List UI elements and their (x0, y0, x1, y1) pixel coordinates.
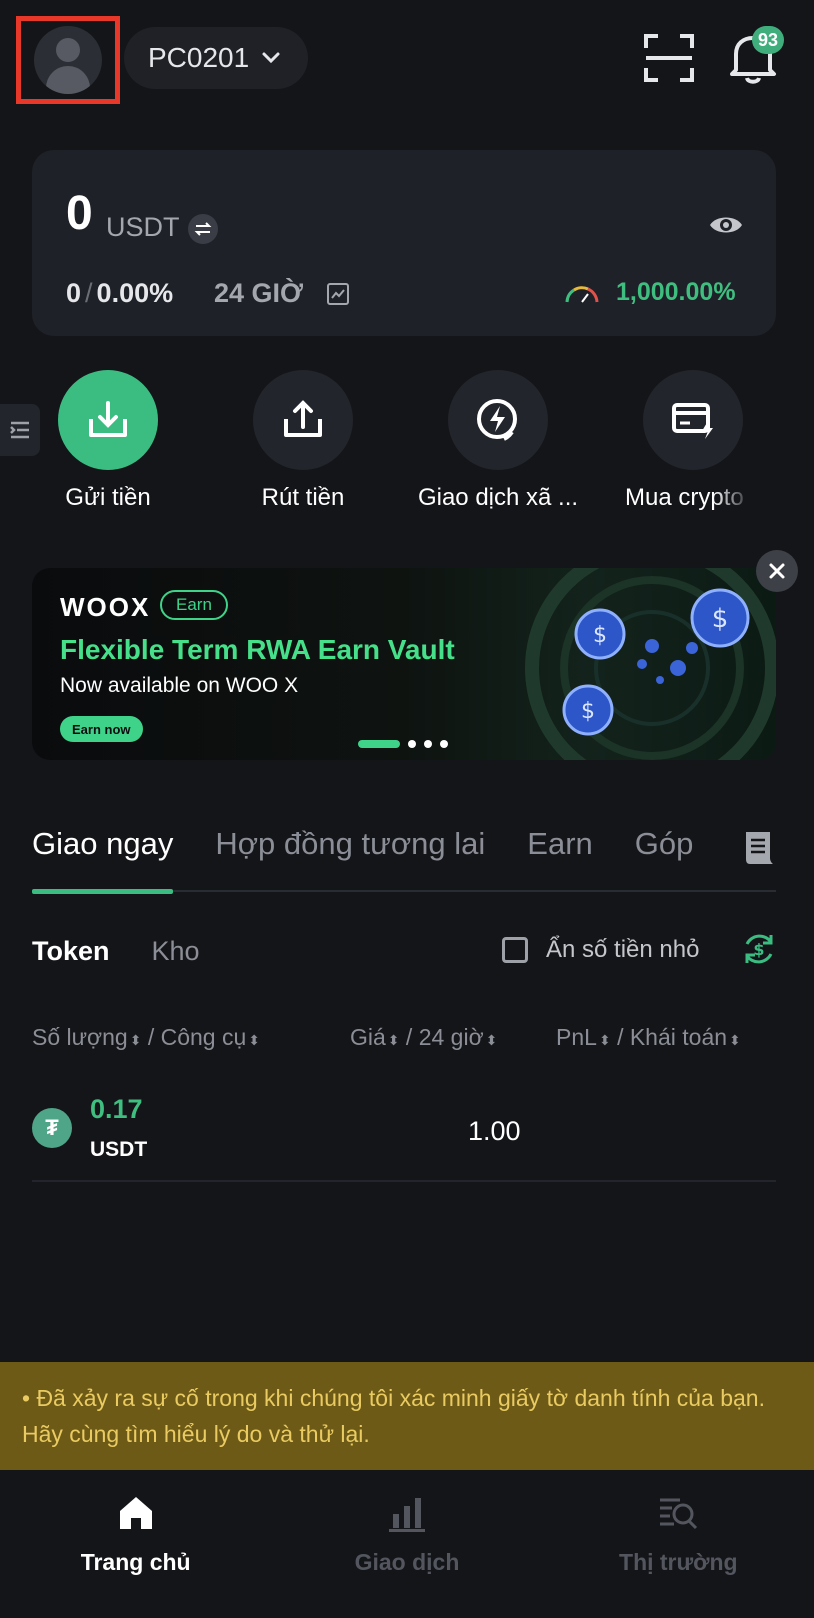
report-icon[interactable] (742, 830, 776, 866)
nav-home[interactable]: Trang chủ (0, 1470, 271, 1618)
svg-text:$: $ (712, 604, 729, 634)
deposit-label: Gửi tiền (65, 484, 151, 511)
balance-unit: USDT (106, 212, 180, 242)
svg-text:$: $ (593, 623, 607, 648)
swap-icon[interactable] (188, 214, 218, 244)
nav-market[interactable]: Thị trường (543, 1470, 814, 1618)
column-header-pnl-overview[interactable]: PnL ⬍ / Khái toán ⬍ (556, 1024, 741, 1051)
nav-home-label: Trang chủ (80, 1549, 191, 1575)
copy-trade-icon (477, 399, 517, 441)
table-row[interactable]: ₮ 0.17 USDT 1.00 (32, 1094, 776, 1182)
withdraw-icon (284, 400, 322, 437)
asset-symbol: USDT (90, 1138, 148, 1161)
svg-text:$: $ (581, 699, 595, 724)
promo-banner[interactable]: WOOX Earn Flexible Term RWA Earn Vault N… (32, 568, 776, 760)
gauge-icon (565, 286, 599, 303)
pnl-period: 24 GIỜ (214, 278, 304, 308)
tab-earn[interactable]: Earn (527, 826, 592, 892)
asset-tabs: Giao ngay Hợp đồng tương lai Earn Góp (32, 826, 776, 894)
close-icon (769, 563, 785, 579)
banner-subtitle: Now available on WOO X (60, 674, 299, 697)
tab-contribute[interactable]: Góp (635, 826, 694, 892)
woox-logo: WOOX (60, 592, 151, 622)
hide-small-checkbox[interactable] (502, 937, 528, 963)
nav-trade-label: Giao dịch (354, 1549, 460, 1575)
hide-small-balances-toggle[interactable]: Ẩn số tiền nhỏ (502, 936, 699, 964)
scan-icon[interactable] (644, 34, 694, 82)
account-switcher[interactable]: PC0201 (124, 27, 308, 89)
hide-small-label: Ẩn số tiền nhỏ (546, 936, 700, 963)
banner-title: Flexible Term RWA Earn Vault (60, 634, 455, 665)
buy-crypto-icon (672, 403, 713, 439)
trade-chart-icon (388, 1498, 425, 1532)
close-banner-button[interactable] (756, 550, 798, 592)
asset-quantity: 0.17 (90, 1094, 143, 1124)
earn-tag: Earn (160, 590, 228, 620)
buy-crypto-label: Mua crypto (625, 484, 744, 511)
buy-crypto-button[interactable]: Mua crypto (593, 370, 753, 512)
carousel-dots[interactable] (358, 740, 448, 748)
subtab-token[interactable]: Token (32, 936, 110, 967)
account-name: PC0201 (148, 42, 250, 73)
nav-market-label: Thị trường (619, 1549, 738, 1575)
chevron-down-icon (262, 52, 280, 64)
earn-now-button[interactable]: Earn now (60, 716, 143, 742)
margin-ratio: 1,000.00% (616, 278, 736, 306)
deposit-button[interactable]: Gửi tiền (8, 370, 208, 512)
bottom-nav: Trang chủ Giao dịch Thị trường (0, 1470, 814, 1618)
avatar (34, 26, 102, 94)
pnl-summary: 0/0.00% (66, 278, 174, 308)
svg-text:$: $ (753, 940, 764, 959)
usdt-coin-icon: ₮ (32, 1108, 72, 1148)
convert-small-assets-icon[interactable]: $ (742, 932, 776, 966)
home-icon (119, 1497, 152, 1529)
copy-trade-button[interactable]: Giao dịch xã ... (398, 370, 598, 512)
balance-card: 0 USDT 0/0.00% 24 GIỜ 1,000.00% (32, 150, 776, 336)
deposit-icon (89, 401, 127, 437)
nav-trade[interactable]: Giao dịch (271, 1470, 542, 1618)
copy-trade-label: Giao dịch xã ... (417, 484, 579, 511)
market-search-icon (660, 1498, 698, 1530)
verification-alert[interactable]: • Đã xảy ra sự cố trong khi chúng tôi xá… (0, 1362, 814, 1470)
pnl-chart-icon[interactable] (326, 282, 350, 306)
withdraw-label: Rút tiền (261, 484, 345, 511)
eye-icon[interactable] (708, 212, 744, 238)
asset-price: 1.00 (468, 1116, 521, 1146)
notification-badge: 93 (752, 26, 784, 54)
sub-tabs: Token Kho (32, 936, 200, 967)
balance-amount: 0 (66, 187, 93, 240)
tab-futures[interactable]: Hợp đồng tương lai (215, 826, 485, 892)
coin-illustration: $ $ $ (525, 568, 776, 760)
tab-spot[interactable]: Giao ngay (32, 826, 174, 894)
column-header-qty-tool[interactable]: Số lượng ⬍ / Công cụ ⬍ (32, 1024, 260, 1051)
withdraw-button[interactable]: Rút tiền (203, 370, 403, 512)
column-header-price-change[interactable]: Giá ⬍ / 24 giờ ⬍ (350, 1024, 497, 1051)
subtab-vault[interactable]: Kho (152, 936, 200, 967)
avatar-button[interactable] (16, 16, 120, 104)
